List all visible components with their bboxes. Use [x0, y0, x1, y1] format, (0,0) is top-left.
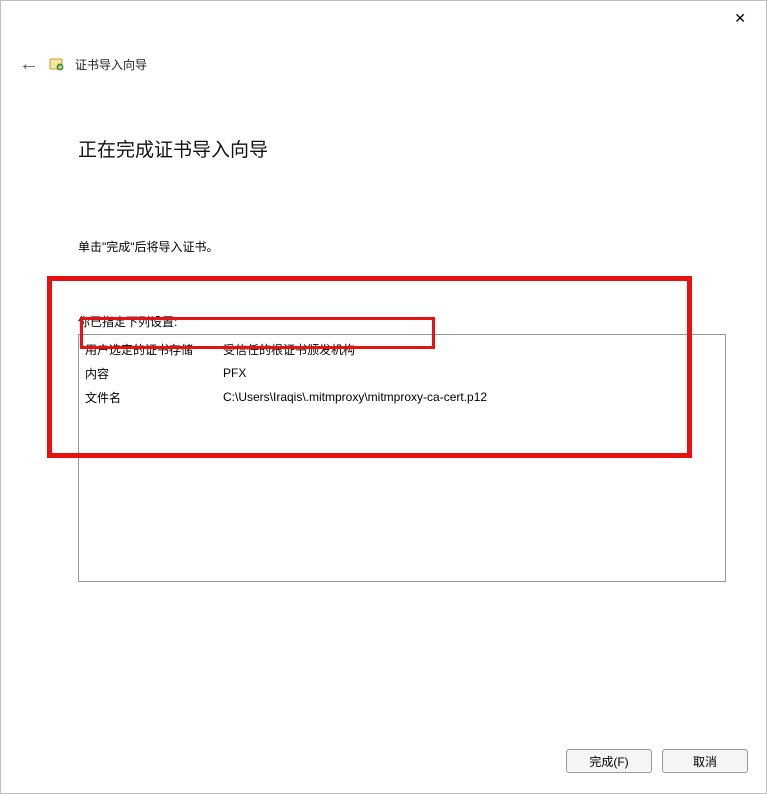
back-button[interactable]: ←: [19, 53, 39, 76]
cancel-button[interactable]: 取消: [662, 749, 748, 773]
settings-row-value: C:\Users\Iraqis\.mitmproxy\mitmproxy-ca-…: [223, 390, 725, 404]
settings-row: 文件名 C:\Users\Iraqis\.mitmproxy\mitmproxy…: [79, 385, 725, 409]
close-button[interactable]: ✕: [728, 9, 752, 27]
settings-row-value: PFX: [223, 366, 725, 380]
wizard-window: ✕ ← 证书导入向导 正在完成证书导入向导 单击"完成"后将导入证书。 你已指定…: [0, 0, 767, 794]
page-title: 正在完成证书导入向导: [78, 135, 726, 162]
settings-row-value: 受信任的根证书颁发机构: [223, 341, 725, 358]
header-row: ← 证书导入向导: [19, 53, 147, 76]
settings-row-label: 内容: [85, 365, 223, 382]
certificate-icon: [49, 57, 65, 73]
settings-row-label: 用户选定的证书存储: [85, 341, 223, 358]
titlebar: ✕: [1, 1, 766, 35]
settings-row: 用户选定的证书存储 受信任的根证书颁发机构: [79, 337, 725, 361]
settings-row-label: 文件名: [85, 389, 223, 406]
finish-button[interactable]: 完成(F): [566, 749, 652, 773]
page-subtitle: 单击"完成"后将导入证书。: [78, 238, 726, 255]
settings-label: 你已指定下列设置:: [78, 313, 726, 330]
wizard-title: 证书导入向导: [75, 56, 147, 73]
settings-row: 内容 PFX: [79, 361, 725, 385]
content-area: 正在完成证书导入向导 单击"完成"后将导入证书。 你已指定下列设置: 用户选定的…: [78, 135, 726, 582]
settings-listbox[interactable]: 用户选定的证书存储 受信任的根证书颁发机构 内容 PFX 文件名 C:\User…: [78, 334, 726, 582]
button-row: 完成(F) 取消: [566, 749, 748, 773]
